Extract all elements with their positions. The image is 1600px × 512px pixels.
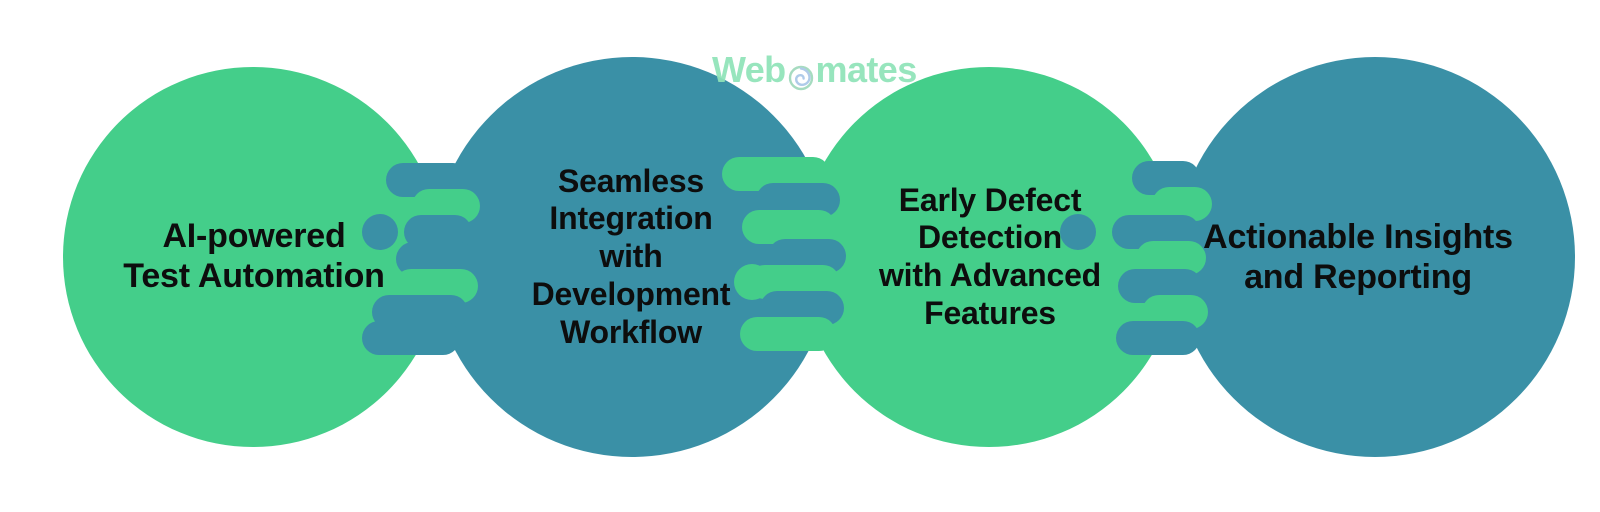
node-circle-4 [1175,57,1575,457]
connector-1-2-finger-7 [362,321,460,355]
connector-1-2-dot [362,214,398,250]
infographic-canvas: AI-powered Test Automation Seamless Inte… [0,0,1600,512]
connector-3-4-finger-7 [1116,321,1200,355]
node-circle-1 [63,67,443,447]
connector-2-3-dot [734,264,770,300]
circles-and-connectors-graphic [63,57,1575,457]
connector-2-3-finger-3 [742,210,836,244]
connector-2-3-finger-7 [740,317,836,351]
connector-3-4-dot [1060,214,1096,250]
node-circle-3 [799,67,1179,447]
